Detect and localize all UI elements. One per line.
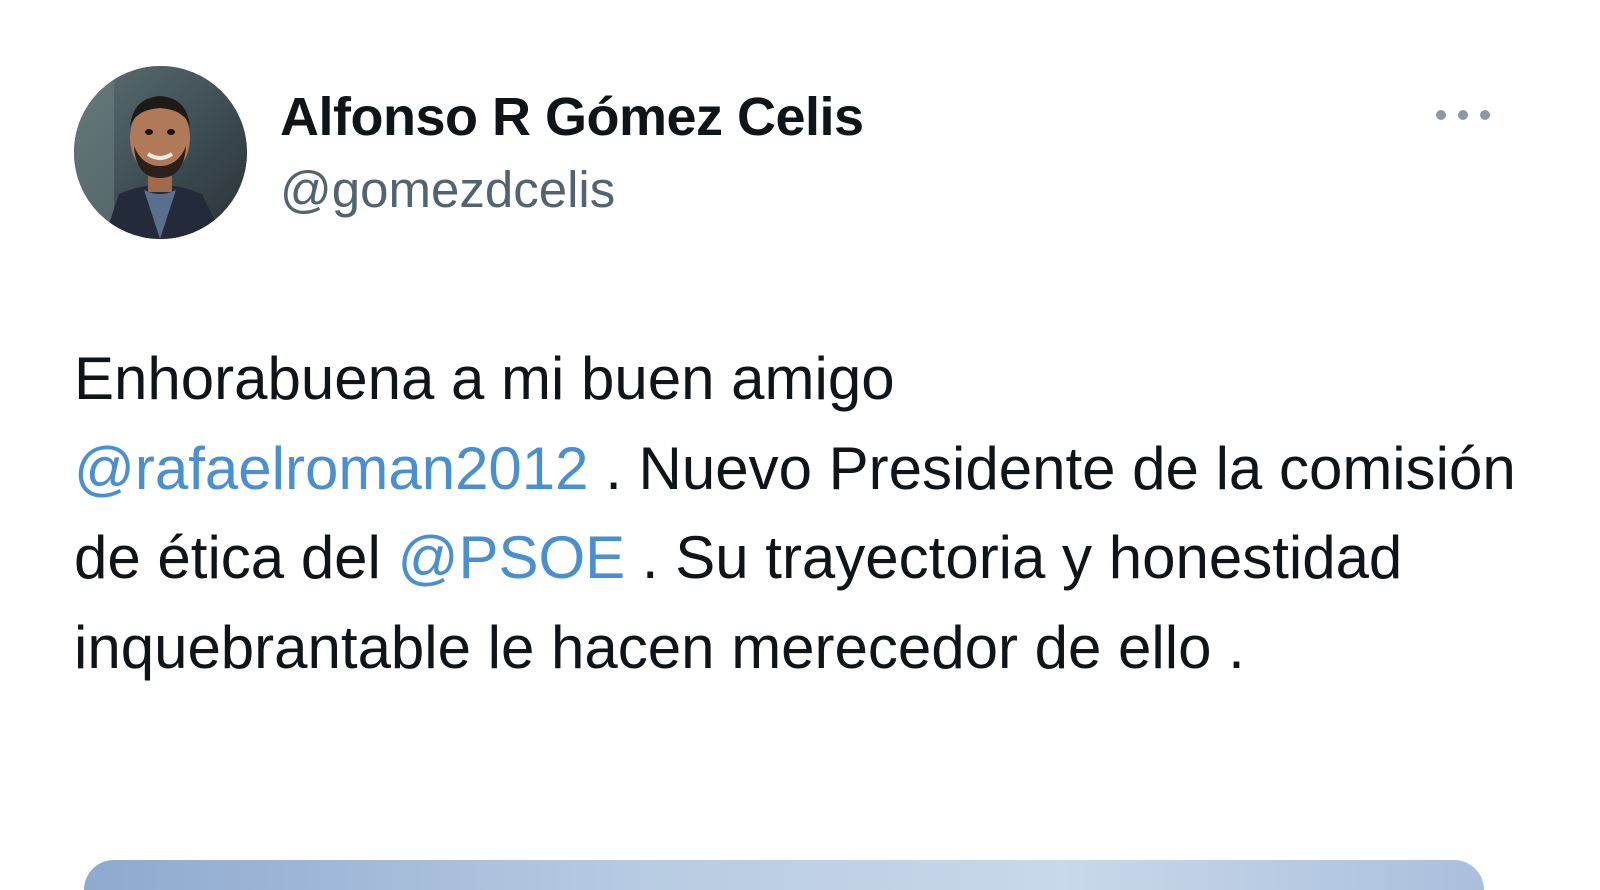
tweet-media-preview[interactable]: [84, 860, 1484, 890]
profile-photo-icon: [74, 66, 247, 239]
avatar[interactable]: [74, 66, 247, 239]
tweet-text: Enhorabuena a mi buen amigo @rafaelroman2…: [74, 334, 1534, 692]
more-horizontal-icon-dot: [1480, 110, 1490, 120]
more-horizontal-icon: [1436, 110, 1446, 120]
author-handle[interactable]: @gomezdcelis: [280, 160, 615, 220]
author-display-name[interactable]: Alfonso R Gómez Celis: [280, 86, 864, 148]
tweet-card: Alfonso R Gómez Celis @gomezdcelis Enhor…: [0, 0, 1600, 890]
tweet-text-segment: Enhorabuena a mi buen amigo: [74, 345, 895, 412]
more-options-button[interactable]: [1436, 100, 1490, 130]
mention-link-rafaelroman2012[interactable]: @rafaelroman2012: [74, 435, 589, 502]
more-horizontal-icon-dot: [1458, 110, 1468, 120]
mention-link-psoe[interactable]: @PSOE: [398, 524, 626, 591]
